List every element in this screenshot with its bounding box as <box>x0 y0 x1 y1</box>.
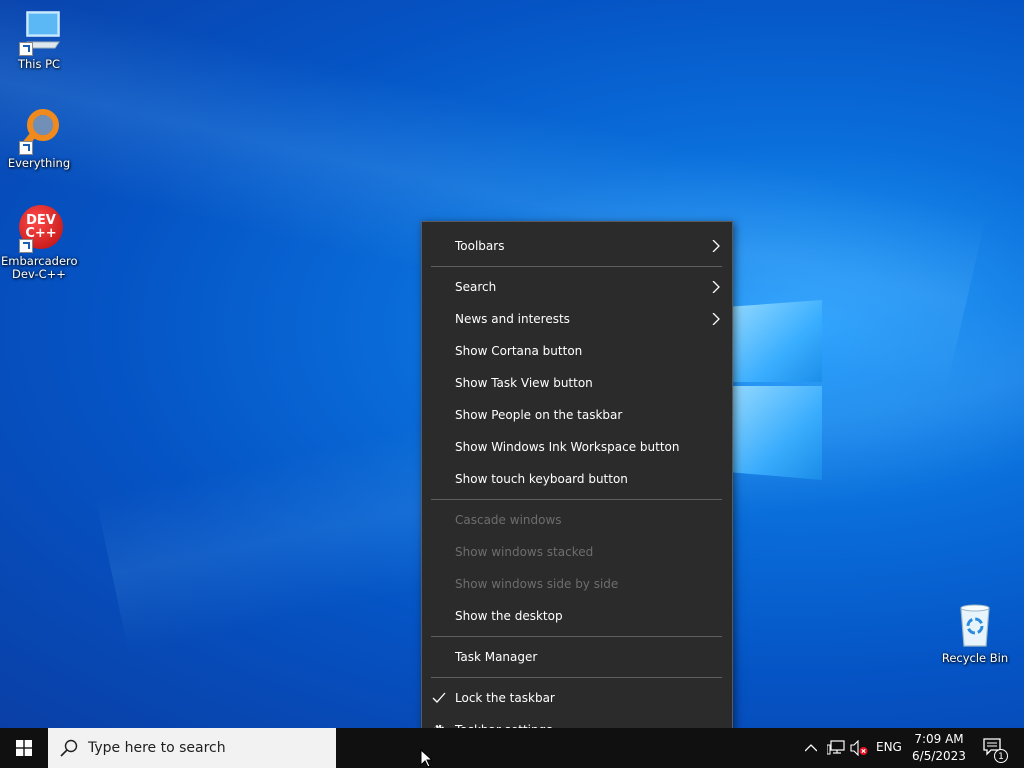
menu-item-show-task-view-button[interactable]: Show Task View button <box>422 367 732 399</box>
menu-item-show-ink-workspace[interactable]: Show Windows Ink Workspace button <box>422 431 732 463</box>
menu-item-label: Show Cortana button <box>455 344 583 358</box>
menu-item-label: Task Manager <box>455 650 538 664</box>
menu-item-label: Show touch keyboard button <box>455 472 628 486</box>
checkmark-icon <box>432 692 446 703</box>
menu-separator <box>431 677 722 678</box>
chevron-right-icon <box>712 240 720 252</box>
menu-item-label: Show Windows Ink Workspace button <box>455 440 680 454</box>
taskbar-context-menu: Toolbars Search News and interests Show … <box>421 221 733 755</box>
menu-separator <box>431 266 722 267</box>
menu-item-show-cortana-button[interactable]: Show Cortana button <box>422 335 732 367</box>
input-language-indicator[interactable]: ENG <box>876 740 902 754</box>
chevron-right-icon <box>712 313 720 325</box>
desktop-icon-label: This PC <box>17 57 61 71</box>
mouse-cursor-icon <box>420 749 433 768</box>
windows-logo-icon <box>16 740 32 756</box>
menu-item-label: Show windows stacked <box>455 545 594 559</box>
menu-item-lock-the-taskbar[interactable]: Lock the taskbar <box>422 682 732 714</box>
search-placeholder: Type here to search <box>88 740 226 756</box>
clock-time: 7:09 AM <box>914 732 964 746</box>
menu-item-task-manager[interactable]: Task Manager <box>422 641 732 673</box>
clock-date: 6/5/2023 <box>912 749 966 763</box>
menu-item-label: Search <box>455 280 497 294</box>
menu-item-show-the-desktop[interactable]: Show the desktop <box>422 600 732 632</box>
devcpp-icon: DEV C++ <box>15 205 63 253</box>
menu-item-label: Show Task View button <box>455 376 593 390</box>
recycle-bin-icon <box>951 602 999 650</box>
menu-item-label: Show the desktop <box>455 609 563 623</box>
menu-item-show-windows-stacked: Show windows stacked <box>422 536 732 568</box>
network-button[interactable] <box>824 728 848 768</box>
menu-separator <box>431 499 722 500</box>
clock[interactable]: 7:09 AM 6/5/2023 <box>908 731 970 765</box>
start-button[interactable] <box>0 728 48 768</box>
menu-item-cascade-windows: Cascade windows <box>422 504 732 536</box>
menu-item-label: Lock the taskbar <box>455 691 555 705</box>
menu-item-toolbars[interactable]: Toolbars <box>422 230 732 262</box>
menu-item-show-touch-keyboard[interactable]: Show touch keyboard button <box>422 463 732 495</box>
menu-item-show-people[interactable]: Show People on the taskbar <box>422 399 732 431</box>
chevron-up-icon <box>805 744 817 752</box>
menu-item-label: Show windows side by side <box>455 577 619 591</box>
menu-item-label: Cascade windows <box>455 513 562 527</box>
show-hidden-icons-button[interactable] <box>800 728 822 768</box>
desktop-icon-this-pc[interactable]: This PC <box>1 8 77 71</box>
volume-muted-icon <box>850 740 868 756</box>
desktop-icon-everything[interactable]: Everything <box>1 107 77 170</box>
shortcut-arrow-icon <box>19 42 33 56</box>
desktop-icon-label-line2: Dev-C++ <box>12 267 66 281</box>
volume-button[interactable] <box>848 728 872 768</box>
menu-item-news-and-interests[interactable]: News and interests <box>422 303 732 335</box>
menu-item-label: Toolbars <box>455 239 505 253</box>
desktop-icon-devcpp[interactable]: DEV C++ Embarcadero Dev-C++ <box>1 205 78 281</box>
desktop-icon-label: Recycle Bin <box>941 651 1009 665</box>
notification-count-badge: 1 <box>994 749 1008 763</box>
network-wired-icon <box>827 740 845 755</box>
chevron-right-icon <box>712 281 720 293</box>
everything-search-icon <box>15 107 63 155</box>
taskbar[interactable]: Type here to search ENG 7:09 AM 6/5/2023 <box>0 728 1024 768</box>
menu-item-search[interactable]: Search <box>422 271 732 303</box>
desktop-icon-label: Everything <box>7 156 71 170</box>
desktop-icon-recycle-bin[interactable]: Recycle Bin <box>937 602 1013 665</box>
menu-separator <box>431 636 722 637</box>
this-pc-icon <box>15 8 63 56</box>
shortcut-arrow-icon <box>19 141 33 155</box>
menu-item-label: Show People on the taskbar <box>455 408 623 422</box>
action-center-button[interactable]: 1 <box>976 728 1012 768</box>
menu-item-label: News and interests <box>455 312 570 326</box>
shortcut-arrow-icon <box>19 239 33 253</box>
taskbar-search-box[interactable]: Type here to search <box>48 728 336 768</box>
search-icon <box>60 739 78 757</box>
menu-item-show-windows-side-by-side: Show windows side by side <box>422 568 732 600</box>
